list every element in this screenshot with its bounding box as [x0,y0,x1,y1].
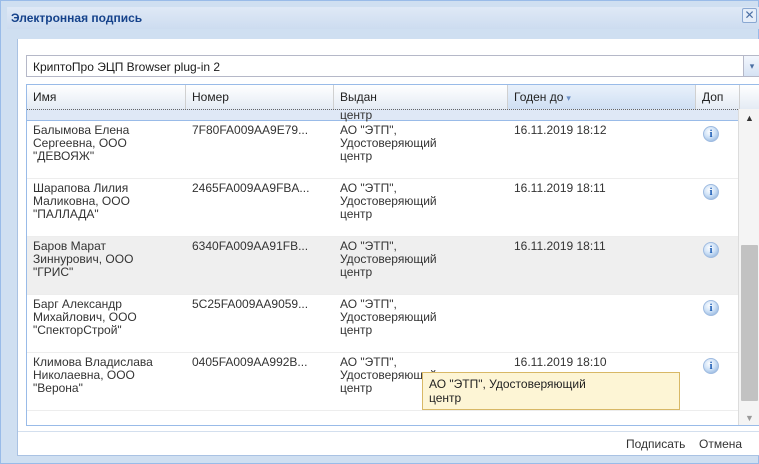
issuer-cell: АО "ЭТП", Удостоверяющий центр [340,297,437,337]
table-row[interactable]: Барг Александр Михайлович, ООО "СпекторС… [27,295,740,353]
info-icon[interactable]: i [703,126,719,142]
signature-dialog: Электронная подпись ✕ КриптоПро ЭЦП Brow… [0,0,759,464]
column-header-valid-to-label: Годен до [514,90,564,104]
sort-desc-icon: ▾ [566,93,571,103]
name-cell: Шарапова Лилия Маликовна, ООО "ПАЛЛАДА" [33,181,130,221]
info-icon-glyph: i [703,242,719,258]
dialog-titlebar[interactable]: Электронная подпись ✕ [7,7,759,29]
close-button[interactable]: ✕ [742,8,757,23]
cancel-button[interactable]: Отмена [699,437,742,451]
number-cell: 0405FA009AA992B... [192,355,308,369]
number-cell: 7F80FA009AA9E79... [192,123,309,137]
sign-button[interactable]: Подписать [626,437,685,451]
chevron-down-icon[interactable]: ▾ [743,56,759,76]
column-header-number[interactable]: Номер [186,85,334,109]
issuer-cell: АО "ЭТП", Удостоверяющий центр [340,123,437,163]
column-header-issuer[interactable]: Выдан [334,85,508,109]
name-cell: Баров Марат Зиннурович, ООО "ГРИС" [33,239,134,279]
column-header-valid-to[interactable]: Годен до ▾ [508,85,696,109]
info-icon[interactable]: i [703,184,719,200]
info-icon-glyph: i [703,358,719,374]
valid-to-cell: 16.11.2019 18:10 [514,355,607,369]
name-cell: Барг Александр Михайлович, ООО "СпекторС… [33,297,137,337]
scroll-up-icon[interactable]: ▲ [745,113,754,123]
grid-scrollbar[interactable]: ▲ ▼ [738,109,759,425]
info-icon-glyph: i [703,184,719,200]
scrollbar-thumb[interactable] [741,245,758,401]
table-row[interactable]: Шарапова Лилия Маликовна, ООО "ПАЛЛАДА" … [27,179,740,237]
number-cell: 5C25FA009AA9059... [192,297,309,311]
provider-select-value: КриптоПро ЭЦП Browser plug-in 2 [33,60,221,74]
valid-to-cell: 16.11.2019 18:11 [514,181,606,195]
name-cell: Климова Владислава Николаевна, ООО "Веро… [33,355,153,395]
number-cell: 6340FA009AA91FB... [192,239,309,253]
name-cell: Балымова Елена Сергеевна, ООО "ДЕВОЯЖ" [33,123,130,163]
grid-header: Имя Номер Выдан Годен до ▾ Доп [27,85,759,110]
info-icon-glyph: i [703,126,719,142]
valid-to-cell: 16.11.2019 18:12 [514,123,607,137]
column-header-name[interactable]: Имя [27,85,186,109]
certificates-grid: Имя Номер Выдан Годен до ▾ Доп центр Балы… [26,84,759,426]
table-row[interactable]: Балымова Елена Сергеевна, ООО "ДЕВОЯЖ" 7… [27,121,740,179]
issuer-cell: АО "ЭТП", Удостоверяющий центр [340,181,437,221]
dialog-title: Электронная подпись [11,11,143,25]
dialog-footer: Подписать Отмена [18,431,759,456]
dialog-body: КриптоПро ЭЦП Browser plug-in 2 ▾ Имя Но… [17,39,759,456]
number-cell: 2465FA009AA9FBA... [192,181,310,195]
column-header-extra[interactable]: Доп [696,85,740,109]
issuer-cell: АО "ЭТП", Удостоверяющий центр [340,239,437,279]
scroll-down-icon[interactable]: ▼ [745,413,754,423]
valid-to-cell: 16.11.2019 18:11 [514,239,606,253]
table-row[interactable]: Баров Марат Зиннурович, ООО "ГРИС" 6340F… [27,237,740,295]
info-icon[interactable]: i [703,242,719,258]
provider-select[interactable]: КриптоПро ЭЦП Browser plug-in 2 ▾ [26,55,759,77]
issuer-tooltip: АО "ЭТП", Удостоверяющий центр [422,372,680,410]
info-icon[interactable]: i [703,358,719,374]
table-row-partial[interactable]: центр [27,109,740,122]
info-icon[interactable]: i [703,300,719,316]
info-icon-glyph: i [703,300,719,316]
